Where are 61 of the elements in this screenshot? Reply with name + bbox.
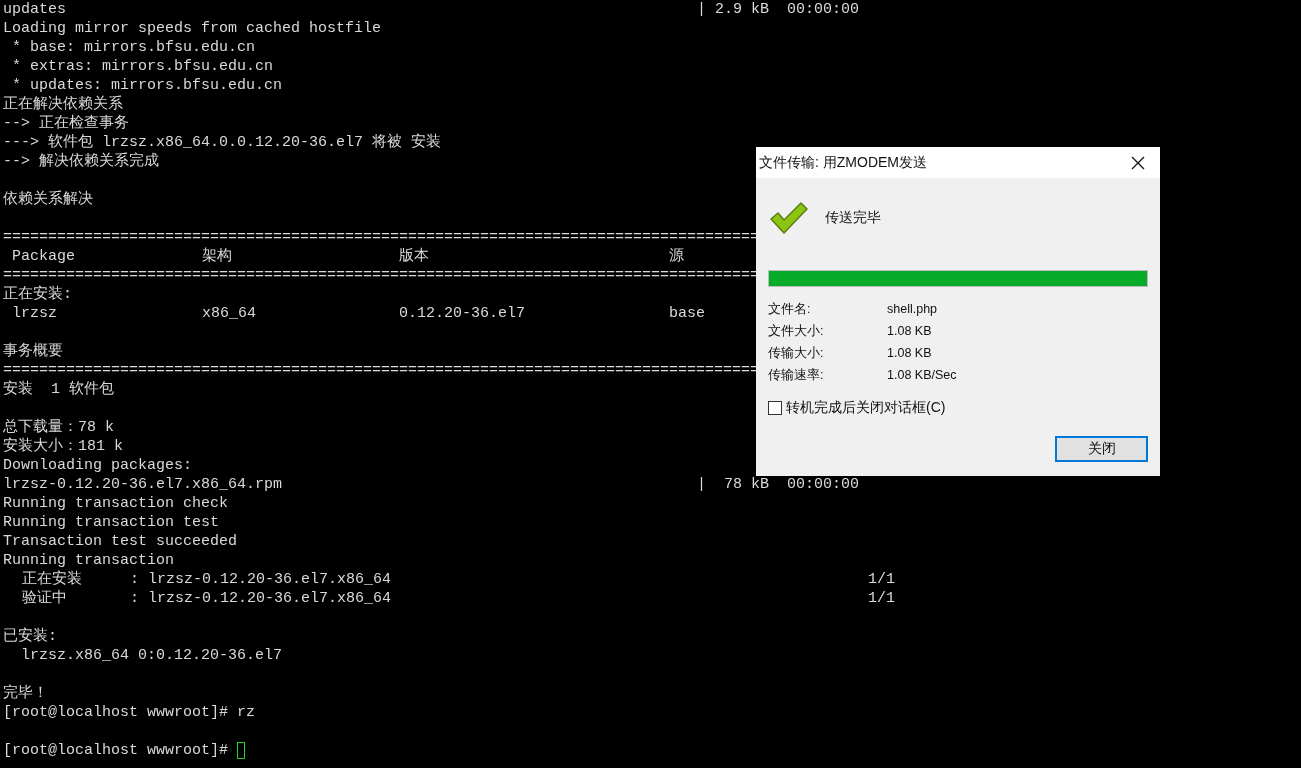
close-dialog-button[interactable]: 关闭 xyxy=(1055,436,1148,462)
terminal-line: 正在解决依赖关系 xyxy=(3,95,123,114)
cursor xyxy=(237,742,246,759)
terminal-line: Running transaction check xyxy=(3,494,229,513)
terminal-line: Running transaction test xyxy=(3,513,220,532)
separator-line: ==================================================================================== xyxy=(3,228,760,247)
checkbox[interactable] xyxy=(768,401,782,415)
terminal-line: --> 正在检查事务 xyxy=(3,114,129,133)
separator-line: ==================================================================================== xyxy=(3,266,760,285)
table-cell: base xyxy=(669,304,705,323)
status-text: 传送完毕 xyxy=(825,209,881,227)
table-cell-text: 版本 xyxy=(399,247,430,266)
terminal-line: 安装大小：181 k xyxy=(3,437,123,456)
terminal-line: 正在安装: xyxy=(3,285,72,304)
terminal-line: Transaction test succeeded xyxy=(3,532,238,551)
transfer-stats: | 2.9 kB 00:00:00 xyxy=(697,0,860,19)
terminal-line: lrzsz.x86_64 0:0.12.20-36.el7 xyxy=(20,646,283,665)
terminal-line: 总下载量：78 k xyxy=(3,418,114,437)
terminal-line: 已安装: xyxy=(3,627,57,646)
terminal-line: 安装 1 软件包 xyxy=(3,380,114,399)
terminal-line: Loading mirror speeds from cached hostfile xyxy=(3,19,382,38)
terminal-line: 完毕！ xyxy=(3,684,48,703)
terminal-line: updates xyxy=(3,0,67,19)
close-icon xyxy=(1131,155,1145,170)
checkmark-icon xyxy=(768,200,810,236)
terminal-line: * base: mirrors.bfsu.edu.cn xyxy=(11,38,256,57)
terminal-line: 依赖关系解决 xyxy=(3,190,93,209)
table-cell-text: 架构 xyxy=(202,247,233,266)
table-cell-text: 0.12.20-36.el7 xyxy=(399,304,527,323)
info-value: 1.08 KB xyxy=(887,345,933,362)
terminal-line: [root@localhost wwwroot]# rz xyxy=(3,703,256,722)
terminal-line: ---> 软件包 lrzsz.x86_64.0.0.12.20-36.el7 将被 安装 xyxy=(3,133,442,152)
table-cell-text: lrzsz xyxy=(11,304,58,323)
table-cell-text: x86_64 xyxy=(202,304,257,323)
separator-line: ==================================================================================== xyxy=(3,361,760,380)
step-detail: : lrzsz-0.12.20-36.el7.x86_64 xyxy=(130,589,393,608)
step-count: 1/1 xyxy=(868,570,895,589)
info-label: 传输大小: xyxy=(768,345,825,362)
info-value: 1.08 KB xyxy=(887,323,933,340)
terminal-line: * updates: mirrors.bfsu.edu.cn xyxy=(11,76,283,95)
step-count: 1/1 xyxy=(868,589,895,608)
step-label: 正在安装 xyxy=(22,570,83,589)
table-cell: 源 xyxy=(669,247,684,266)
table-cell-text: Package xyxy=(11,247,76,266)
info-value: 1.08 KB/Sec xyxy=(887,367,958,384)
info-label: 文件名: xyxy=(768,301,812,318)
terminal-line: lrzsz-0.12.20-36.el7.x86_64.rpm xyxy=(3,475,284,494)
terminal-line: --> 解决依赖关系完成 xyxy=(3,152,159,171)
step-detail: : lrzsz-0.12.20-36.el7.x86_64 xyxy=(130,570,393,589)
terminal-line: Downloading packages: xyxy=(3,456,193,475)
transfer-stats: | 78 kB 00:00:00 xyxy=(697,475,860,494)
terminal-line: 事务概要 xyxy=(3,342,63,361)
info-value: shell.php xyxy=(887,301,939,318)
checkbox-label: 转机完成后关闭对话框(C) xyxy=(786,399,946,417)
terminal-line: [root@localhost wwwroot]# xyxy=(3,741,230,760)
info-label: 传输速率: xyxy=(768,367,825,384)
terminal-line: * extras: mirrors.bfsu.edu.cn xyxy=(11,57,274,76)
info-label: 文件大小: xyxy=(768,323,825,340)
step-label: 验证中 xyxy=(22,589,68,608)
window-title: 文件传输: 用ZMODEM发送 xyxy=(759,153,927,172)
terminal-line: Running transaction xyxy=(3,551,175,570)
